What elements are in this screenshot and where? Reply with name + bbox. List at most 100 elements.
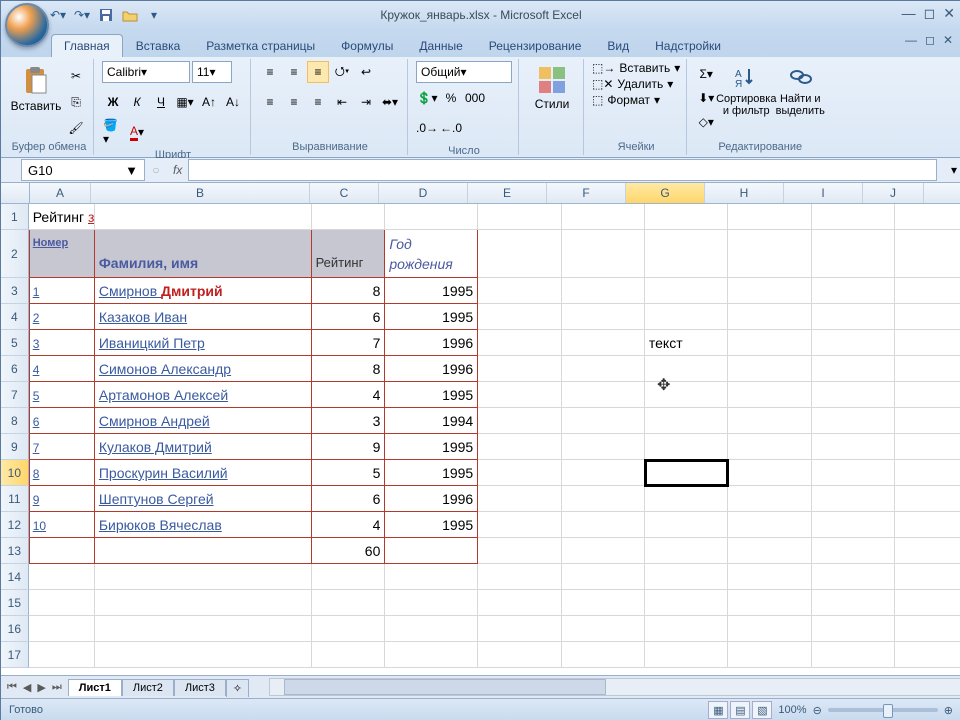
align-middle-button[interactable]: ≡ [283,61,305,83]
open-icon[interactable] [121,6,139,24]
cell-year[interactable]: 1994 [385,408,478,434]
cell[interactable] [728,512,811,538]
row-header[interactable]: 7 [1,382,29,408]
cell[interactable] [645,382,728,408]
cell[interactable] [812,460,895,486]
cell[interactable] [895,512,960,538]
cell[interactable] [728,590,811,616]
cell[interactable] [728,434,811,460]
horizontal-scrollbar[interactable] [269,678,960,696]
new-sheet-button[interactable]: ✧ [226,679,249,697]
cell[interactable] [895,230,960,278]
cell[interactable] [812,486,895,512]
active-cell[interactable] [645,460,728,486]
cell[interactable] [562,230,645,278]
cell[interactable] [478,642,561,668]
cell[interactable] [645,278,728,304]
cell[interactable] [478,230,561,278]
row-header[interactable]: 13 [1,538,29,564]
cell[interactable] [645,204,728,230]
formula-bar[interactable] [188,159,937,181]
cell[interactable] [478,590,561,616]
cell-rating[interactable]: 3 [312,408,386,434]
italic-button[interactable]: К [126,91,148,113]
decrease-indent-button[interactable]: ⇤ [331,91,353,113]
align-left-button[interactable]: ≡ [259,91,281,113]
cell-num[interactable]: 1 [29,278,95,304]
sheet-nav-next-icon[interactable]: ▶ [35,681,47,694]
column-header-B[interactable]: B [91,183,310,203]
cell[interactable] [478,304,561,330]
cell-year[interactable]: 1995 [385,460,478,486]
row-header[interactable]: 8 [1,408,29,434]
cell-num[interactable]: 6 [29,408,95,434]
bold-button[interactable]: Ж [102,91,124,113]
cell[interactable] [478,434,561,460]
cell[interactable] [562,460,645,486]
cell[interactable] [562,330,645,356]
cell-name[interactable]: Казаков Иван [95,304,312,330]
cell[interactable] [728,486,811,512]
column-header-G[interactable]: G [626,183,705,203]
cell[interactable] [895,590,960,616]
cell-num[interactable]: 3 [29,330,95,356]
cell-name[interactable]: Кулаков Дмитрий [95,434,312,460]
cell[interactable] [562,564,645,590]
cell[interactable] [812,408,895,434]
cell[interactable] [478,538,561,564]
cell[interactable] [895,538,960,564]
cell[interactable] [645,304,728,330]
decrease-decimal-button[interactable]: ←.0 [440,117,462,139]
wrap-text-button[interactable]: ↩ [355,61,377,83]
column-header-H[interactable]: H [705,183,784,203]
sheet-nav-last-icon[interactable]: ⏭ [50,681,64,694]
increase-decimal-button[interactable]: .0→ [416,117,438,139]
tab-home[interactable]: Главная [51,34,123,57]
cell[interactable] [895,486,960,512]
increase-indent-button[interactable]: ⇥ [355,91,377,113]
cell[interactable] [562,616,645,642]
sheet-nav-prev-icon[interactable]: ◀ [21,681,33,694]
cell-name[interactable]: Смирнов Дмитрий [95,278,312,304]
cell[interactable] [645,230,728,278]
cell-rating[interactable]: 8 [312,278,386,304]
cell[interactable] [312,616,386,642]
cell-rating[interactable]: 4 [312,382,386,408]
cell[interactable] [562,590,645,616]
sheet-tab-3[interactable]: Лист3 [174,679,226,696]
cell[interactable] [645,642,728,668]
cell[interactable] [645,590,728,616]
cell[interactable] [312,564,386,590]
cell-num[interactable]: 5 [29,382,95,408]
cell[interactable] [895,382,960,408]
cell[interactable] [478,204,561,230]
cell[interactable] [645,408,728,434]
cell[interactable] [645,356,728,382]
hdr-year[interactable]: Годрождения [385,230,478,278]
cell[interactable] [812,356,895,382]
cell[interactable] [812,538,895,564]
cell[interactable] [728,356,811,382]
underline-button[interactable]: Ч [150,91,172,113]
cell[interactable] [728,616,811,642]
cell[interactable] [728,460,811,486]
cell[interactable] [812,512,895,538]
cell[interactable] [895,204,960,230]
cell[interactable] [728,538,811,564]
cell[interactable] [645,616,728,642]
cell[interactable] [29,590,95,616]
sheet-nav-first-icon[interactable]: ⏮ [5,681,19,694]
cell[interactable]: текст [645,330,728,356]
cell-year[interactable]: 1996 [385,486,478,512]
cell[interactable] [478,330,561,356]
cell[interactable] [812,642,895,668]
cell[interactable] [645,486,728,512]
cell-name[interactable]: Смирнов Андрей [95,408,312,434]
font-color-button[interactable]: A▾ [126,121,148,143]
insert-cells-button[interactable]: ⬚→ Вставить ▾ [592,61,680,75]
comma-button[interactable]: 000 [464,87,486,109]
mdi-close-button[interactable]: ✕ [943,33,953,47]
cell-year[interactable]: 1995 [385,304,478,330]
row-header[interactable]: 5 [1,330,29,356]
cell-year[interactable]: 1995 [385,278,478,304]
